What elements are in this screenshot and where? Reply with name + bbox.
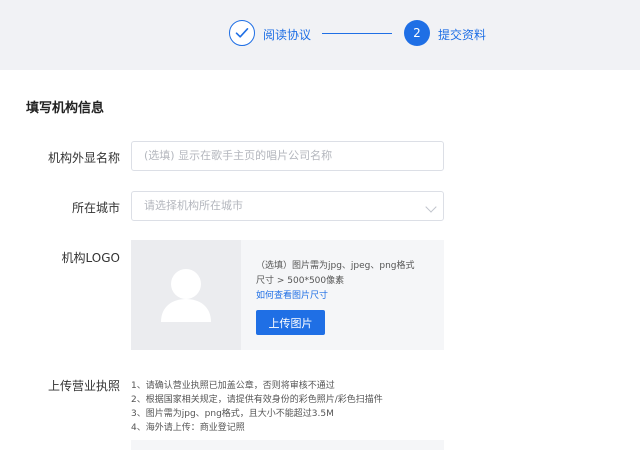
city-label: 所在城市 xyxy=(71,201,120,215)
chevron-down-icon xyxy=(425,201,437,213)
display-name-input[interactable]: (选填) 显示在歌手主页的唱片公司名称 xyxy=(131,141,444,171)
license-note: 2、根据国家相关规定，请提供有效身份的彩色照片/彩色扫描件 xyxy=(131,395,383,405)
upload-image-button[interactable]: 上传图片 xyxy=(256,310,325,335)
step-1-label: 阅读协议 xyxy=(263,28,312,42)
license-note: 1、请确认营业执照已加盖公章，否则将审核不通过 xyxy=(131,381,335,391)
avatar-placeholder-icon xyxy=(161,269,211,322)
view-image-size-link[interactable]: 如何查看图片尺寸 xyxy=(256,288,328,301)
step-2-number: 2 xyxy=(404,20,430,46)
check-icon xyxy=(235,28,249,38)
license-upload-area[interactable] xyxy=(131,440,444,450)
logo-preview xyxy=(131,240,241,350)
logo-format-hint: （选填）图片需为jpg、jpeg、png格式 xyxy=(256,261,415,271)
step-2-label: 提交资料 xyxy=(438,28,487,42)
city-select[interactable]: 请选择机构所在城市 xyxy=(131,191,444,221)
step-connector-line xyxy=(322,33,392,34)
logo-size-hint: 尺寸 > 500*500像素 xyxy=(256,276,345,286)
logo-label: 机构LOGO xyxy=(61,251,120,265)
city-select-placeholder: 请选择机构所在城市 xyxy=(144,199,243,212)
license-note: 4、海外请上传：商业登记照 xyxy=(131,423,245,433)
display-name-placeholder: (选填) 显示在歌手主页的唱片公司名称 xyxy=(144,149,333,162)
license-label: 上传营业执照 xyxy=(47,379,120,393)
section-title: 填写机构信息 xyxy=(26,101,105,116)
license-note: 3、图片需为jpg、png格式，且大小不能超过3.5M xyxy=(131,409,334,419)
step-1-check-icon xyxy=(229,20,255,46)
step-indicator: 阅读协议 2 提交资料 xyxy=(0,0,640,70)
logo-upload-area: （选填）图片需为jpg、jpeg、png格式 尺寸 > 500*500像素 如何… xyxy=(131,240,444,350)
name-label: 机构外显名称 xyxy=(47,151,120,165)
